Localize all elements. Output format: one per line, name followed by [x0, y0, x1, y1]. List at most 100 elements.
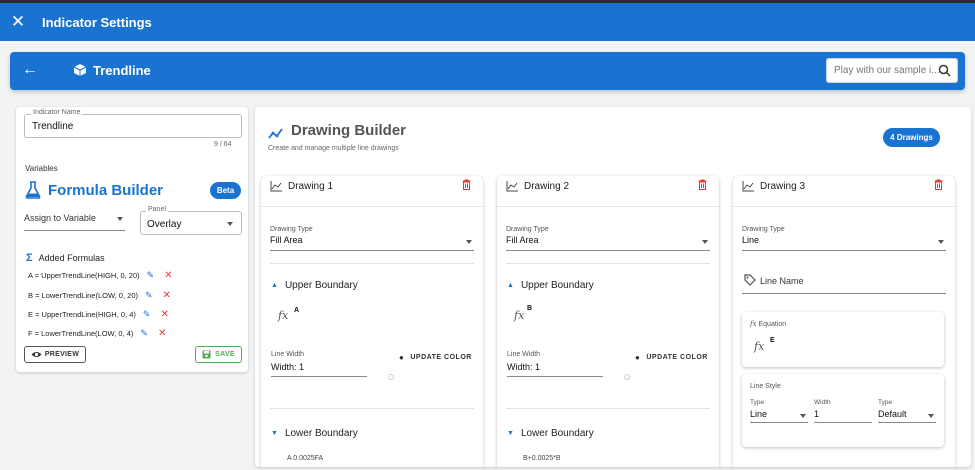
style-variant-label: Type [878, 399, 893, 406]
line-width-label: Line Width [507, 351, 541, 358]
divider [270, 263, 474, 264]
lower-boundary-section[interactable]: ▼ Lower Boundary [507, 428, 594, 439]
panel-select[interactable]: Panel Overlay [140, 206, 242, 235]
beta-badge: Beta [210, 182, 241, 199]
indicator-name-value[interactable]: Trendline [32, 121, 73, 132]
line-name-placeholder: Line Name [760, 276, 804, 286]
color-swatch[interactable] [624, 374, 630, 380]
drawing-type-select[interactable]: Fill Area [270, 235, 474, 251]
formula-item: F = LowerTrendLine(LOW, 0, 4) ✎ ✕ [28, 328, 166, 339]
delete-x-icon[interactable]: ✕ [160, 309, 168, 320]
line-style-label: Line Style [750, 383, 781, 390]
upper-boundary-section[interactable]: ▲ Upper Boundary [507, 280, 594, 291]
drawing-type-select[interactable]: Fill Area [506, 235, 710, 251]
delete-x-icon[interactable]: ✕ [164, 270, 172, 281]
sigma-icon: Σ [26, 252, 33, 264]
back-arrow-icon[interactable]: ← [22, 61, 38, 79]
delete-x-icon[interactable]: ✕ [158, 328, 166, 339]
style-type-value: Line [750, 409, 768, 419]
delete-x-icon[interactable]: ✕ [163, 290, 171, 301]
assign-variable-placeholder: Assign to Variable [24, 213, 96, 223]
drawing-builder-subtitle: Create and manage multiple line drawings [268, 145, 399, 152]
trash-icon[interactable] [462, 179, 471, 190]
update-color-button[interactable]: ● UPDATE COLOR [635, 353, 708, 362]
style-variant-value: Default [878, 409, 907, 419]
drawing-type-select[interactable]: Line [742, 235, 946, 251]
save-button[interactable]: SAVE [195, 346, 242, 363]
style-variant-select[interactable]: Type Default [878, 399, 936, 423]
lower-boundary-label: Lower Boundary [520, 428, 594, 439]
drawing-type-value: Fill Area [270, 235, 303, 245]
upper-boundary-variable: B [527, 305, 533, 312]
style-variant-field[interactable]: Default [878, 409, 936, 423]
line-name-input[interactable]: Line Name [742, 272, 946, 294]
eye-icon [31, 352, 42, 357]
palette-icon: ● [399, 353, 405, 362]
style-type-select[interactable]: Type Line [750, 399, 808, 423]
line-width-input[interactable]: Width: 1 [507, 362, 603, 377]
function-icon: fx [754, 340, 765, 353]
search-icon[interactable] [938, 64, 951, 77]
close-icon[interactable]: ✕ [0, 12, 36, 32]
assign-variable-select[interactable]: Assign to Variable [24, 213, 125, 231]
indicator-name-field[interactable]: Indicator Name Trendline [24, 109, 242, 138]
trash-icon[interactable] [698, 179, 707, 190]
drawing-card-header: Drawing 1 [261, 176, 483, 207]
panel-label: Panel [146, 206, 168, 213]
chevron-down-icon: ▼ [507, 430, 514, 437]
style-type-label: Type [750, 399, 765, 406]
upper-boundary-variable: A [294, 307, 300, 314]
sample-search-box[interactable] [826, 58, 958, 83]
function-icon: fx [514, 309, 525, 322]
edit-pencil-icon[interactable]: ✎ [140, 328, 148, 339]
formula-text: F = LowerTrendLine(LOW, 0, 4) [28, 329, 134, 338]
upper-boundary-section[interactable]: ▲ Upper Boundary [271, 280, 358, 291]
palette-icon: ● [635, 353, 641, 362]
drawing-card-header: Drawing 2 [497, 176, 719, 207]
equation-variable: E [770, 337, 775, 344]
formula-text: B = LowerTrendLine(LOW, 0, 20) [28, 291, 138, 300]
formula-item: A = UpperTrendLine(HIGH, 0, 20) ✎ ✕ [28, 270, 173, 281]
edit-pencil-icon[interactable]: ✎ [147, 270, 155, 281]
chevron-up-icon: ▲ [271, 282, 278, 289]
floppy-disk-icon [202, 350, 211, 359]
chevron-down-icon [800, 414, 806, 418]
drawing-builder-title: Drawing Builder [291, 122, 407, 139]
char-counter: 9 / 64 [214, 141, 232, 148]
panel-value: Overlay [147, 219, 182, 230]
edit-pencil-icon[interactable]: ✎ [143, 309, 151, 320]
edit-pencil-icon[interactable]: ✎ [145, 290, 153, 301]
drawing-card: Drawing 3 Drawing Type Line Line Name fx… [733, 176, 955, 467]
formula-builder-title: Formula Builder [48, 181, 164, 199]
save-label: SAVE [215, 351, 235, 358]
divider [270, 408, 474, 409]
chevron-down-icon [928, 414, 934, 418]
upper-boundary-label: Upper Boundary [520, 280, 594, 291]
drawing-type-label: Drawing Type [742, 226, 785, 233]
tag-icon [744, 274, 756, 286]
chevron-down-icon [466, 240, 472, 244]
cube-icon [73, 64, 87, 76]
style-width-label: Width [814, 399, 831, 406]
drawing-type-label: Drawing Type [270, 226, 313, 233]
update-color-button[interactable]: ● UPDATE COLOR [399, 353, 472, 362]
trash-icon[interactable] [934, 179, 943, 190]
upper-boundary-label: Upper Boundary [284, 280, 358, 291]
lower-boundary-section[interactable]: ▼ Lower Boundary [271, 428, 358, 439]
drawing-builder-panel: Drawing Builder Create and manage multip… [255, 107, 971, 467]
sample-search-input[interactable] [834, 59, 940, 82]
style-width-input[interactable]: Width 1 [814, 399, 872, 423]
style-width-field[interactable]: 1 [814, 409, 872, 423]
color-swatch[interactable] [388, 374, 394, 380]
drawings-count-badge: 4 Drawings [883, 128, 940, 147]
drawing-card-header: Drawing 3 [733, 176, 955, 207]
flask-icon [25, 181, 41, 199]
chevron-up-icon: ▲ [507, 282, 514, 289]
update-color-label: UPDATE COLOR [646, 354, 708, 361]
update-color-label: UPDATE COLOR [410, 354, 472, 361]
line-width-label: Line Width [271, 351, 305, 358]
style-type-field[interactable]: Line [750, 409, 808, 423]
preview-button[interactable]: PREVIEW [24, 346, 86, 363]
line-chart-icon [268, 128, 283, 139]
line-width-input[interactable]: Width: 1 [271, 362, 367, 377]
